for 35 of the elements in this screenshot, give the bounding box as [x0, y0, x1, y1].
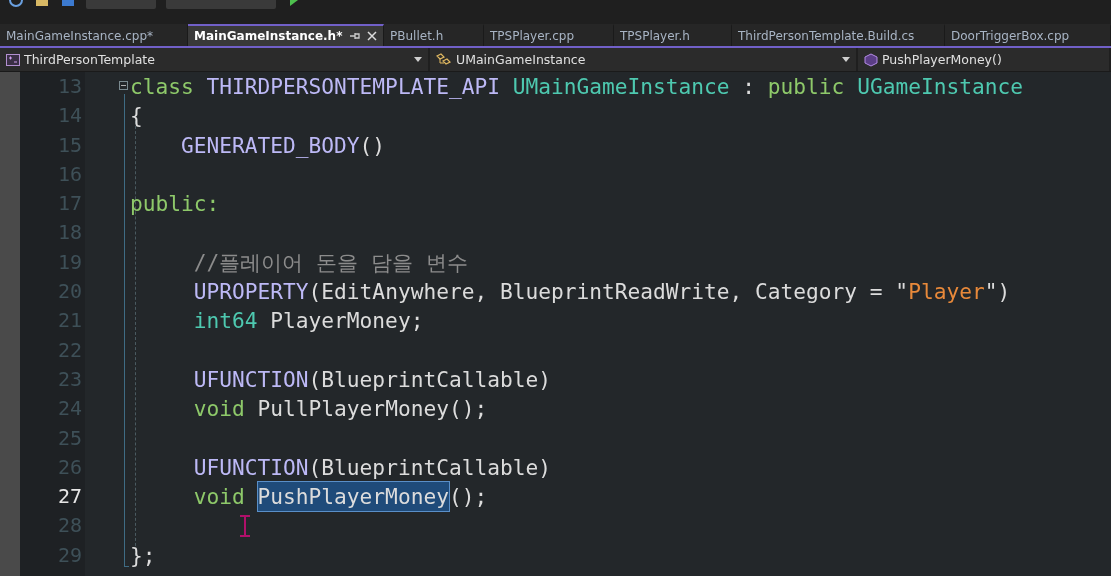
- file-tab[interactable]: TPSPlayer.cpp: [484, 24, 614, 46]
- code-token: UFUNCTION: [192, 453, 309, 482]
- file-tab[interactable]: MainGameInstance.cpp*: [0, 24, 188, 46]
- code-token: };: [130, 541, 156, 570]
- code-comment: //플레이어 돈을 담을 변수: [192, 248, 468, 277]
- code-token: void: [192, 483, 246, 512]
- code-token: UPROPERTY: [192, 278, 309, 307]
- code-token: int64: [192, 307, 258, 336]
- code-token: THIRDPERSONTEMPLATE_API: [205, 73, 500, 101]
- code-token: ();: [448, 483, 488, 512]
- code-token: public:: [130, 190, 220, 219]
- code-token: "): [984, 278, 1011, 307]
- file-tab[interactable]: TPSPlayer.h: [614, 24, 732, 46]
- file-tab[interactable]: MainGameInstance.h*: [188, 24, 384, 46]
- code-token: (BlueprintCallable): [308, 365, 551, 394]
- code-token: class: [130, 73, 194, 101]
- code-token: (): [359, 131, 386, 160]
- file-tab[interactable]: ThirdPersonTemplate.Build.cs: [732, 24, 945, 46]
- code-token: PullPlayerMoney();: [256, 395, 488, 424]
- code-token: UMainGameInstance: [511, 73, 730, 101]
- code-token: (EditAnywhere, BlueprintReadWrite, Category = ": [308, 278, 909, 307]
- code-token: public: [767, 73, 845, 101]
- code-token: PlayerMoney;: [269, 307, 424, 336]
- code-token: UFUNCTION: [192, 365, 309, 394]
- code-token: PushPlayerMoney: [257, 482, 449, 512]
- line-number: 27: [56, 483, 83, 511]
- file-tab[interactable]: DoorTriggerBox.cpp: [945, 24, 1111, 46]
- code-token: :: [741, 73, 757, 101]
- code-token: {: [130, 102, 143, 131]
- code-token: GENERATED_BODY: [180, 131, 360, 160]
- file-tab[interactable]: PBullet.h: [384, 24, 484, 46]
- code-token: Player: [908, 278, 985, 307]
- code-token: UGameInstance: [856, 73, 1023, 101]
- code-token: void: [192, 395, 245, 424]
- code-token: (BlueprintCallable): [308, 453, 551, 482]
